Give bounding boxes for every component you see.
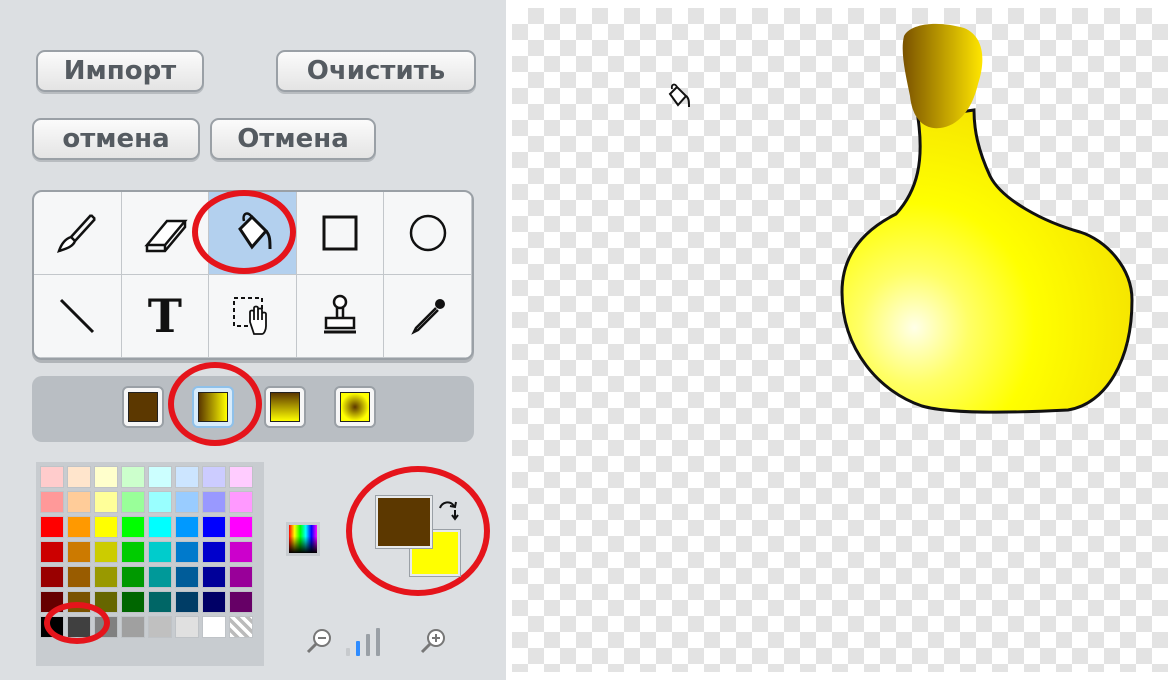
- bucket-cursor-icon: [668, 83, 690, 108]
- foreground-color[interactable]: [375, 495, 433, 549]
- gourd-drawing: [840, 23, 1134, 414]
- gourd-body: [840, 108, 1134, 414]
